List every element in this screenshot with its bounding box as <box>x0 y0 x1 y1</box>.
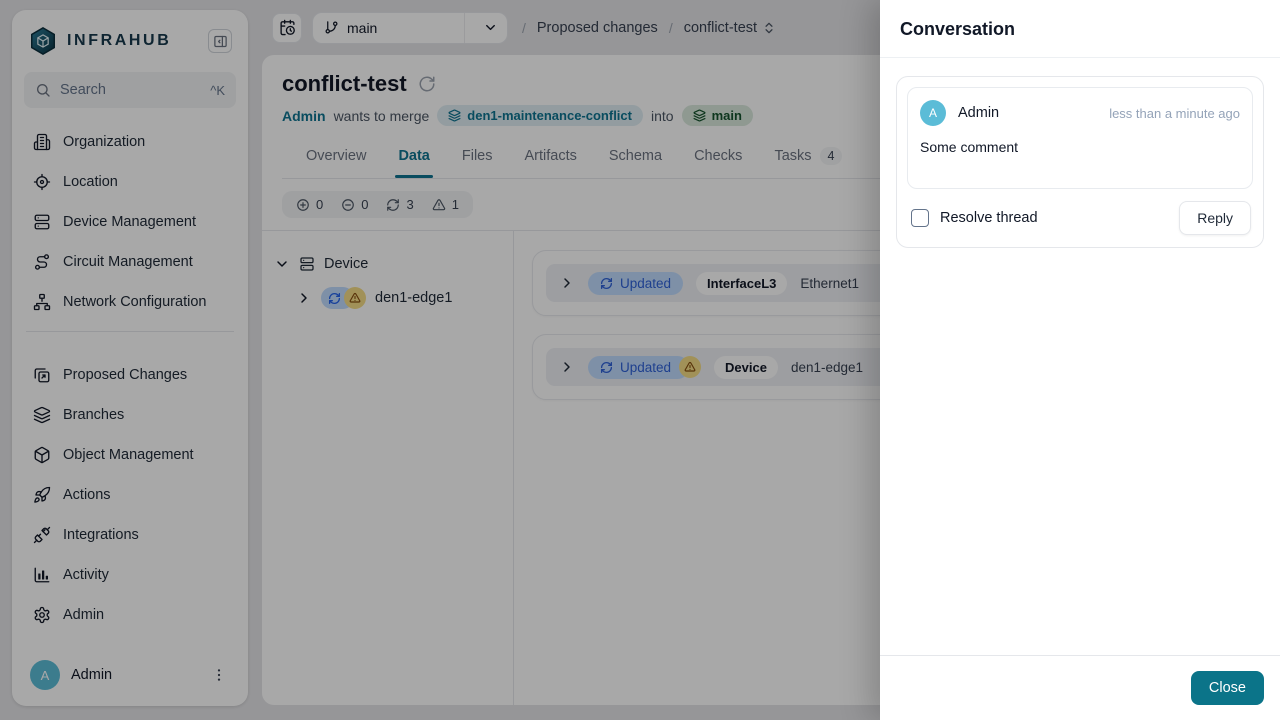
close-button[interactable]: Close <box>1190 671 1264 705</box>
comment: A Admin less than a minute ago Some comm… <box>907 87 1253 189</box>
resolve-thread-checkbox[interactable] <box>911 209 929 227</box>
reply-button[interactable]: Reply <box>1179 201 1251 235</box>
panel-header: Conversation <box>880 0 1280 58</box>
comment-timestamp: less than a minute ago <box>1109 105 1240 121</box>
resolve-thread-label: Resolve thread <box>940 210 1038 226</box>
comment-author: Admin <box>958 105 1000 121</box>
panel-footer: Close <box>880 655 1280 720</box>
panel-body: A Admin less than a minute ago Some comm… <box>880 58 1280 655</box>
panel-title: Conversation <box>900 19 1016 39</box>
thread-card: A Admin less than a minute ago Some comm… <box>896 76 1264 248</box>
conversation-panel: Conversation A Admin less than a minute … <box>880 0 1280 720</box>
comment-body: Some comment <box>920 139 1019 155</box>
avatar: A <box>920 100 946 126</box>
